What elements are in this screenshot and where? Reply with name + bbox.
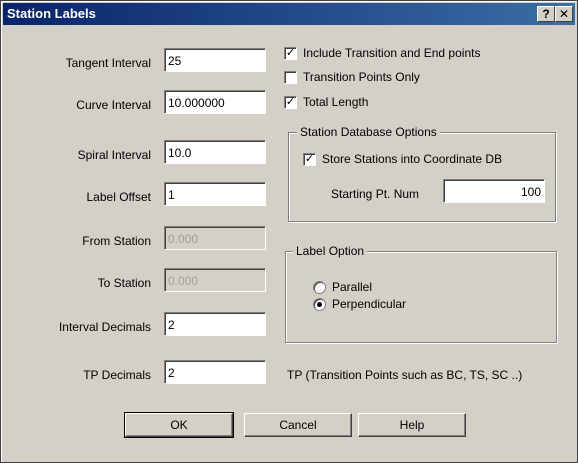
curve-interval-label: Curve Interval — [76, 98, 151, 112]
interval-decimals-input[interactable] — [164, 312, 266, 336]
from-station-input — [164, 226, 266, 250]
starting-pt-input[interactable] — [443, 179, 545, 203]
spiral-interval-input[interactable] — [164, 140, 266, 164]
close-button[interactable]: ✕ — [555, 6, 573, 22]
interval-decimals-label: Interval Decimals — [58, 320, 151, 334]
radio-circle[interactable] — [313, 297, 326, 311]
checkbox-box[interactable]: ✓ — [284, 95, 297, 109]
checkbox-box[interactable]: ✓ — [284, 46, 297, 60]
label-option-group-title: Label Option — [293, 244, 368, 258]
title-bar[interactable]: Station Labels ? ✕ — [3, 3, 575, 25]
help-title-button[interactable]: ? — [537, 6, 555, 22]
transition-only-checkbox[interactable]: Transition Points Only — [284, 70, 420, 84]
station-labels-dialog: Station Labels ? ✕ Tangent Interval Curv… — [0, 0, 578, 463]
transition-only-label: Transition Points Only — [303, 70, 420, 84]
tp-note: TP (Transition Points such as BC, TS, SC… — [287, 368, 523, 382]
tp-decimals-input[interactable] — [164, 360, 266, 384]
tangent-interval-input[interactable] — [164, 48, 266, 72]
label-offset-label: Label Offset — [86, 190, 152, 204]
spiral-interval-label: Spiral Interval — [77, 148, 151, 162]
label-offset-input[interactable] — [164, 182, 266, 206]
to-station-label: To Station — [97, 276, 151, 290]
station-db-group — [288, 132, 556, 222]
tp-decimals-label: TP Decimals — [83, 368, 151, 382]
checkbox-box[interactable] — [284, 70, 297, 84]
include-transition-label: Include Transition and End points — [303, 46, 481, 60]
starting-pt-label: Starting Pt. Num — [331, 187, 420, 201]
include-transition-checkbox[interactable]: ✓ Include Transition and End points — [284, 46, 480, 60]
help-button[interactable]: Help — [358, 413, 466, 437]
total-length-checkbox[interactable]: ✓ Total Length — [284, 95, 368, 109]
curve-interval-input[interactable] — [164, 90, 266, 114]
tangent-interval-label: Tangent Interval — [65, 56, 151, 70]
parallel-label: Parallel — [332, 280, 373, 294]
checkbox-box[interactable]: ✓ — [303, 152, 316, 166]
total-length-label: Total Length — [303, 95, 369, 109]
parallel-radio[interactable]: Parallel — [313, 280, 372, 294]
from-station-label: From Station — [82, 234, 151, 248]
ok-button[interactable]: OK — [124, 412, 234, 438]
radio-circle[interactable] — [313, 280, 326, 294]
store-stations-checkbox[interactable]: ✓ Store Stations into Coordinate DB — [303, 152, 502, 166]
cancel-button[interactable]: Cancel — [244, 413, 352, 437]
to-station-input — [164, 268, 266, 292]
perpendicular-label: Perpendicular — [332, 297, 407, 311]
perpendicular-radio[interactable]: Perpendicular — [313, 297, 406, 311]
window-title: Station Labels — [7, 6, 96, 21]
station-db-group-title: Station Database Options — [297, 125, 440, 139]
store-stations-label: Store Stations into Coordinate DB — [322, 152, 503, 166]
